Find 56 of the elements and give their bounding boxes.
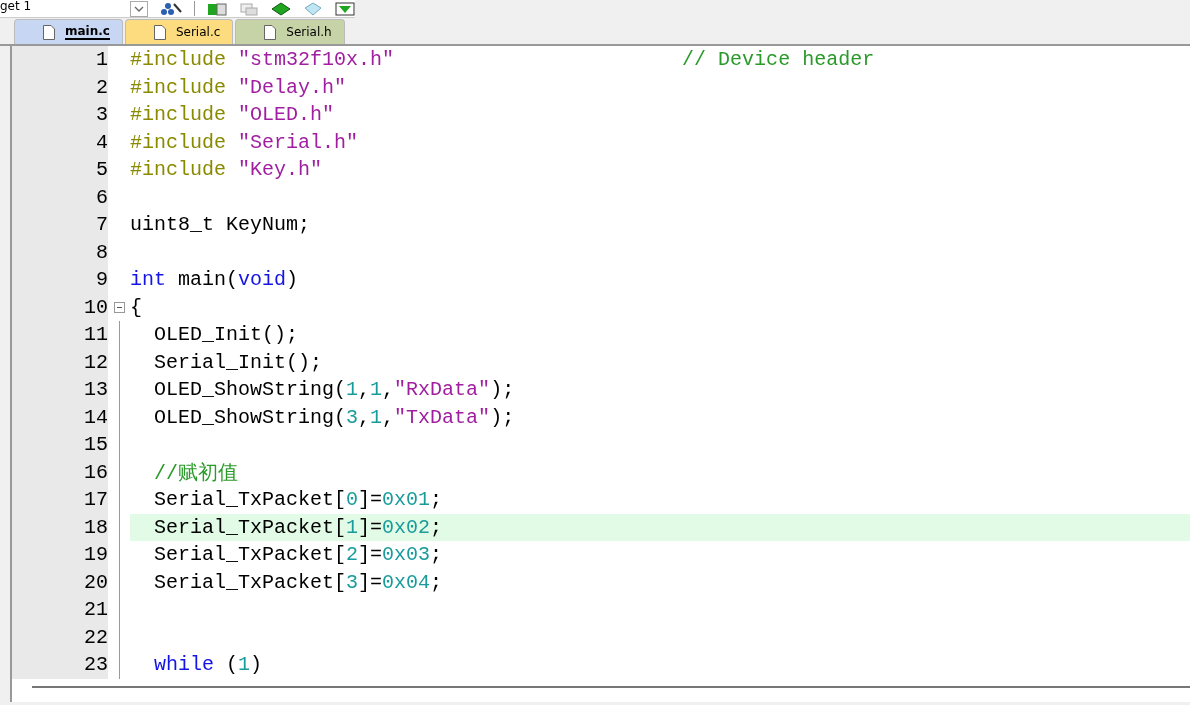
code-line: int main(void)	[130, 268, 299, 292]
file-tab[interactable]: main.c	[14, 19, 123, 44]
network-tool-icon[interactable]	[160, 1, 182, 16]
code-line: OLED_ShowString(1,1,"RxData");	[153, 378, 515, 402]
code-line: Serial_TxPacket[0]=0x01;	[153, 488, 443, 512]
code-line: Serial_TxPacket[2]=0x03;	[153, 543, 443, 567]
line-number: 6	[12, 183, 108, 211]
document-icon	[43, 24, 55, 40]
line-number: 7	[12, 211, 108, 239]
code-line: Serial_TxPacket[3]=0x04;	[153, 570, 443, 594]
line-number: 9	[12, 266, 108, 294]
line-number: 17	[12, 486, 108, 514]
code-line: #include "stm32f10x.h" // Device header	[130, 48, 875, 72]
code-line: OLED_ShowString(3,1,"TxData");	[153, 405, 515, 429]
download-diamond-icon[interactable]	[271, 1, 291, 16]
code-line: #include "Key.h"	[130, 158, 323, 182]
line-number: 12	[12, 348, 108, 376]
horizontal-scrollbar[interactable]	[32, 686, 1190, 688]
code-line: Serial_TxPacket[1]=0x02;	[153, 515, 443, 539]
line-number: 3	[12, 101, 108, 129]
line-number: 15	[12, 431, 108, 459]
code-line: OLED_Init();	[153, 323, 299, 347]
collapse-icon[interactable]	[113, 301, 125, 313]
line-number: 14	[12, 403, 108, 431]
line-number: 2	[12, 73, 108, 101]
line-number: 23	[12, 651, 108, 679]
dropdown-caret-icon[interactable]	[130, 0, 148, 17]
code-line: Serial_Init();	[153, 350, 323, 374]
line-number: 13	[12, 376, 108, 404]
code-line: {	[130, 295, 142, 319]
file-tab[interactable]: Serial.h	[235, 19, 345, 44]
load-board-icon[interactable]	[335, 1, 355, 16]
code-line: while (1)	[153, 653, 263, 677]
diamond-icon[interactable]	[303, 1, 323, 16]
line-number: 5	[12, 156, 108, 184]
code-line: #include "Serial.h"	[130, 130, 359, 154]
line-number: 21	[12, 596, 108, 624]
window-layout-icon[interactable]	[207, 1, 227, 16]
line-number: 4	[12, 128, 108, 156]
line-number: 22	[12, 623, 108, 651]
code-line: #include "Delay.h"	[130, 75, 347, 99]
line-number: 10	[12, 293, 108, 321]
document-icon	[153, 24, 166, 40]
line-number: 19	[12, 541, 108, 569]
code-line: uint8_t KeyNum;	[130, 213, 311, 237]
line-number: 16	[12, 458, 108, 486]
line-number: 18	[12, 513, 108, 541]
line-number: 11	[12, 321, 108, 349]
document-icon	[264, 24, 277, 40]
code-line: #include "OLED.h"	[130, 103, 335, 127]
target-select[interactable]: get 1	[0, 0, 118, 13]
line-number: 1	[12, 46, 108, 74]
file-tab[interactable]: Serial.c	[124, 19, 234, 44]
code-line: //赋初值	[153, 460, 238, 486]
line-number: 8	[12, 238, 108, 266]
line-number: 20	[12, 568, 108, 596]
